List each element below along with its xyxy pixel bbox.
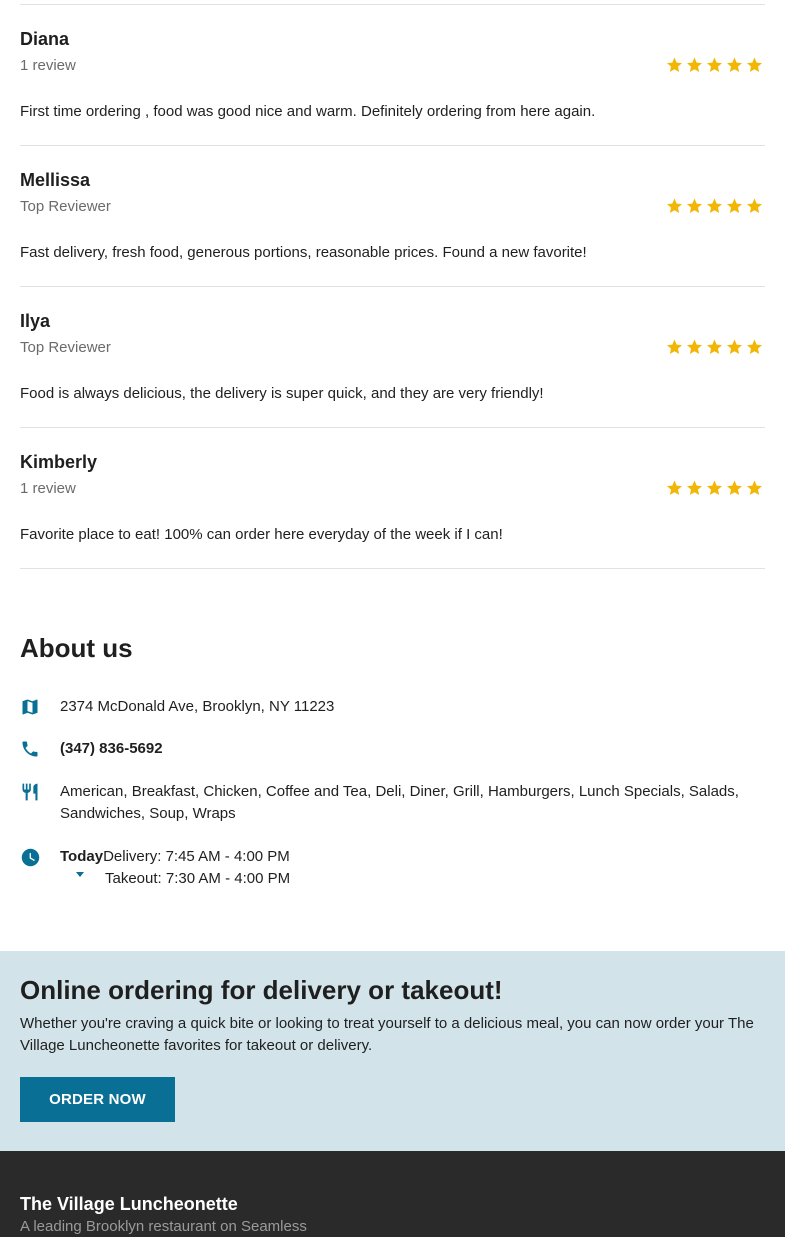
star-rating	[665, 479, 765, 497]
address-text: 2374 McDonald Ave, Brooklyn, NY 11223	[60, 698, 335, 715]
star-rating	[665, 56, 765, 74]
star-icon	[665, 338, 685, 356]
reviews-list: Diana 1 review First time ordering , food …	[20, 5, 765, 569]
cta-title: Online ordering for delivery or takeout!	[20, 975, 503, 1005]
phone-row[interactable]: (347) 836-5692	[20, 738, 765, 760]
star-icon	[685, 479, 705, 497]
star-icon	[725, 479, 745, 497]
reviewer-subtitle: Top Reviewer	[20, 198, 111, 215]
phone-link[interactable]: (347) 836-5692	[60, 738, 163, 760]
footer-subtitle: A leading Brooklyn restaurant on Seamles…	[20, 1218, 307, 1235]
review-item: Mellissa Top Reviewer Fast delivery, fresh…	[20, 146, 765, 287]
review-text: Favorite place to eat! 100% can order he…	[20, 526, 503, 543]
about-title: About us	[20, 633, 133, 663]
review-text: Food is always delicious, the delivery i…	[20, 385, 544, 402]
star-icon	[665, 197, 685, 215]
hours-line-delivery: TodayDelivery: 7:45 AM - 4:00 PM	[60, 846, 290, 868]
review-text: First time ordering , food was good nice…	[20, 103, 596, 120]
star-icon	[705, 197, 725, 215]
star-icon	[705, 479, 725, 497]
star-icon	[705, 56, 725, 74]
order-online-banner: Online ordering for delivery or takeout!…	[0, 951, 785, 1151]
reviewer-name: Mellissa	[20, 170, 91, 190]
reviews-section: Diana 1 review First time ordering , food …	[0, 5, 785, 890]
hours-line-takeout: Takeout: 7:30 AM - 4:00 PM	[60, 868, 290, 890]
today-label: Today	[60, 848, 104, 865]
caret-down-icon[interactable]	[76, 872, 84, 877]
reviewer-name: Ilya	[20, 311, 51, 331]
star-icon	[665, 56, 685, 74]
footer: The Village Luncheonette A leading Brook…	[0, 1151, 785, 1237]
phone-icon	[20, 738, 60, 760]
star-icon	[685, 197, 705, 215]
cta-text: Whether you're craving a quick bite or l…	[20, 1015, 754, 1054]
cuisines-row: American, Breakfast, Chicken, Coffee and…	[20, 781, 765, 825]
star-icon	[745, 338, 765, 356]
review-item: Kimberly 1 review Favorite place to eat! 1…	[20, 428, 765, 569]
star-icon	[705, 338, 725, 356]
takeout-hours: Takeout: 7:30 AM - 4:00 PM	[105, 870, 291, 887]
order-now-button[interactable]: ORDER NOW	[20, 1077, 175, 1122]
star-icon	[745, 56, 765, 74]
star-icon	[665, 479, 685, 497]
reviewer-subtitle: Top Reviewer	[20, 339, 111, 356]
star-icon	[725, 197, 745, 215]
review-item: Diana 1 review First time ordering , food …	[20, 5, 765, 146]
reviewer-subtitle: 1 review	[20, 480, 76, 497]
review-text: Fast delivery, fresh food, generous port…	[20, 244, 587, 261]
address-row: 2374 McDonald Ave, Brooklyn, NY 11223	[20, 696, 765, 718]
hours-block: TodayDelivery: 7:45 AM - 4:00 PM Takeout…	[60, 846, 290, 890]
star-rating	[665, 197, 765, 215]
star-icon	[745, 479, 765, 497]
map-icon	[20, 696, 60, 718]
clock-icon	[20, 846, 60, 868]
review-item: Ilya Top Reviewer Food is always delicious…	[20, 287, 765, 428]
delivery-hours: Delivery: 7:45 AM - 4:00 PM	[103, 848, 290, 865]
star-icon	[685, 56, 705, 74]
star-icon	[725, 338, 745, 356]
cuisines-text: American, Breakfast, Chicken, Coffee and…	[60, 783, 739, 822]
star-icon	[745, 197, 765, 215]
star-icon	[725, 56, 745, 74]
utensils-icon	[20, 781, 60, 803]
star-icon	[685, 338, 705, 356]
reviewer-subtitle: 1 review	[20, 57, 76, 74]
footer-title: The Village Luncheonette	[20, 1194, 238, 1214]
star-rating	[665, 338, 765, 356]
reviewer-name: Kimberly	[20, 452, 98, 472]
reviewer-name: Diana	[20, 29, 70, 49]
hours-row: TodayDelivery: 7:45 AM - 4:00 PM Takeout…	[20, 846, 765, 890]
